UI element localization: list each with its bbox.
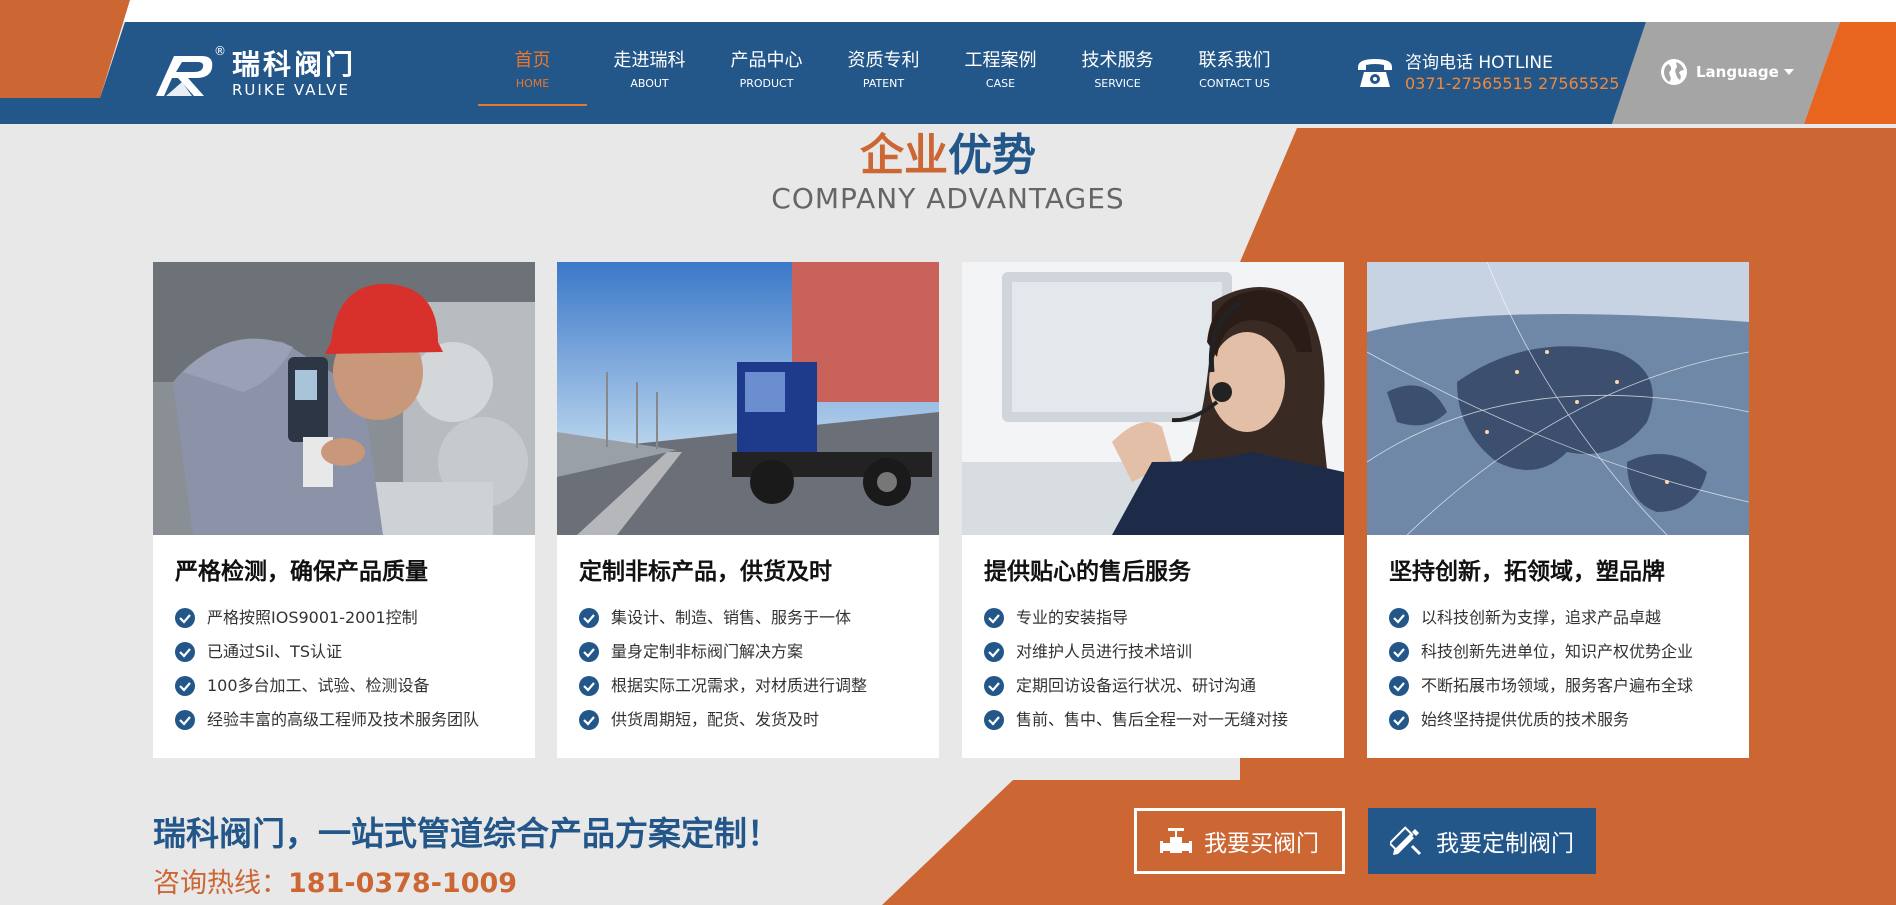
nav-item-home[interactable]: 首页 HOME — [474, 48, 591, 106]
section-title-part2: 优势 — [948, 130, 1036, 181]
list-item: 100多台加工、试验、检测设备 — [175, 669, 535, 703]
list-item: 严格按照IOS9001-2001控制 — [175, 601, 535, 635]
nav-item-product[interactable]: 产品中心 PRODUCT — [708, 48, 825, 104]
valve-icon — [1160, 828, 1192, 853]
custom-valve-label: 我要定制阀门 — [1436, 831, 1574, 857]
card-feature-list: 集设计、制造、销售、服务于一体 量身定制非标阀门解决方案 根据实际工况需求，对材… — [557, 587, 939, 737]
brand-name-en: RUIKE VALVE — [232, 81, 350, 99]
card-feature-list: 严格按照IOS9001-2001控制 已通过Sil、TS认证 100多台加工、试… — [153, 587, 535, 737]
phone-icon — [1358, 59, 1392, 87]
customer-service-photo — [962, 262, 1344, 535]
check-icon — [175, 676, 195, 696]
card-feature-list: 专业的安装指导 对维护人员进行技术培训 定期回访设备运行状况、研讨沟通 售前、售… — [962, 587, 1344, 737]
nav-item-case[interactable]: 工程案例 CASE — [942, 48, 1059, 104]
hotline-label: 咨询电话 HOTLINE — [1405, 53, 1553, 73]
truck-highway-photo — [557, 262, 939, 535]
card-title: 定制非标产品，供货及时 — [579, 559, 832, 585]
check-icon — [1389, 608, 1409, 628]
worker-inspection-photo — [153, 262, 535, 535]
advantage-card-service[interactable]: 提供贴心的售后服务 专业的安装指导 对维护人员进行技术培训 定期回访设备运行状况… — [962, 262, 1344, 758]
check-icon — [984, 676, 1004, 696]
check-icon — [579, 608, 599, 628]
list-item: 量身定制非标阀门解决方案 — [579, 635, 939, 669]
bottom-slogan: 瑞科阀门，一站式管道综合产品方案定制！ — [153, 814, 780, 853]
check-icon — [175, 642, 195, 662]
card-title: 严格检测，确保产品质量 — [175, 559, 428, 585]
check-icon — [579, 710, 599, 730]
check-icon — [1389, 710, 1409, 730]
language-selector[interactable]: Language — [1660, 58, 1795, 86]
advantage-card-innovation[interactable]: 坚持创新，拓领域，塑品牌 以科技创新为支撑，追求产品卓越 科技创新先进单位，知识… — [1367, 262, 1749, 758]
hotline-numbers: 0371-27565515 27565525 — [1405, 74, 1620, 93]
language-label: Language — [1696, 63, 1779, 81]
brand-name-cn: 瑞科阀门 — [232, 48, 357, 81]
globe-icon — [1661, 59, 1687, 85]
list-item: 根据实际工况需求，对材质进行调整 — [579, 669, 939, 703]
advantage-card-custom[interactable]: 定制非标产品，供货及时 集设计、制造、销售、服务于一体 量身定制非标阀门解决方案… — [557, 262, 939, 758]
nav-item-service[interactable]: 技术服务 SERVICE — [1059, 48, 1176, 104]
check-icon — [579, 676, 599, 696]
site-header: ® 瑞科阀门 RUIKE VALVE 首页 HOME 走进瑞科 ABOUT 产品… — [0, 22, 1896, 124]
brand-logo[interactable]: ® 瑞科阀门 RUIKE VALVE — [152, 44, 357, 100]
chevron-down-icon — [1783, 69, 1794, 75]
card-title: 坚持创新，拓领域，塑品牌 — [1389, 559, 1665, 585]
nav-item-patent[interactable]: 资质专利 PATENT — [825, 48, 942, 104]
list-item: 不断拓展市场领域，服务客户遍布全球 — [1389, 669, 1749, 703]
list-item: 定期回访设备运行状况、研讨沟通 — [984, 669, 1344, 703]
bottom-hotline-number: 181-0378-1009 — [288, 868, 518, 899]
registered-mark: ® — [214, 44, 226, 58]
bottom-hotline: 咨询热线：181-0378-1009 — [153, 864, 517, 904]
check-icon — [1389, 676, 1409, 696]
list-item: 已通过Sil、TS认证 — [175, 635, 535, 669]
check-icon — [984, 608, 1004, 628]
buy-valve-label: 我要买阀门 — [1204, 831, 1319, 857]
top-strip — [0, 0, 1896, 22]
nav-item-contact[interactable]: 联系我们 CONTACT US — [1176, 48, 1293, 104]
world-map-network-photo — [1367, 262, 1749, 535]
check-icon — [175, 710, 195, 730]
list-item: 对维护人员进行技术培训 — [984, 635, 1344, 669]
list-item: 售前、售中、售后全程一对一无缝对接 — [984, 703, 1344, 737]
list-item: 科技创新先进单位，知识产权优势企业 — [1389, 635, 1749, 669]
advantage-card-quality[interactable]: 严格检测，确保产品质量 严格按照IOS9001-2001控制 已通过Sil、TS… — [153, 262, 535, 758]
custom-valve-button[interactable]: 我要定制阀门 — [1368, 808, 1596, 874]
list-item: 始终坚持提供优质的技术服务 — [1389, 703, 1749, 737]
list-item: 集设计、制造、销售、服务于一体 — [579, 601, 939, 635]
list-item: 经验丰富的高级工程师及技术服务团队 — [175, 703, 535, 737]
list-item: 以科技创新为支撑，追求产品卓越 — [1389, 601, 1749, 635]
section-subtitle: COMPANY ADVANTAGES — [771, 182, 1125, 215]
check-icon — [984, 642, 1004, 662]
list-item: 专业的安装指导 — [984, 601, 1344, 635]
check-icon — [984, 710, 1004, 730]
nav-item-about[interactable]: 走进瑞科 ABOUT — [591, 48, 708, 104]
bottom-hotline-label: 咨询热线： — [153, 868, 288, 899]
card-feature-list: 以科技创新为支撑，追求产品卓越 科技创新先进单位，知识产权优势企业 不断拓展市场… — [1367, 587, 1749, 737]
section-title-part1: 企业 — [860, 130, 948, 181]
header-hotline: 咨询电话 HOTLINE 0371-27565515 27565525 — [1355, 52, 1619, 94]
section-heading: 企业优势 COMPANY ADVANTAGES — [0, 128, 1896, 214]
check-icon — [175, 608, 195, 628]
list-item: 供货周期短，配货、发货及时 — [579, 703, 939, 737]
card-title: 提供贴心的售后服务 — [984, 559, 1191, 585]
design-tools-icon — [1390, 826, 1422, 856]
main-nav: 首页 HOME 走进瑞科 ABOUT 产品中心 PRODUCT 资质专利 PAT… — [474, 48, 1293, 106]
check-icon — [1389, 642, 1409, 662]
buy-valve-button[interactable]: 我要买阀门 — [1134, 808, 1345, 874]
logo-mark-icon: ® — [152, 44, 226, 100]
check-icon — [579, 642, 599, 662]
